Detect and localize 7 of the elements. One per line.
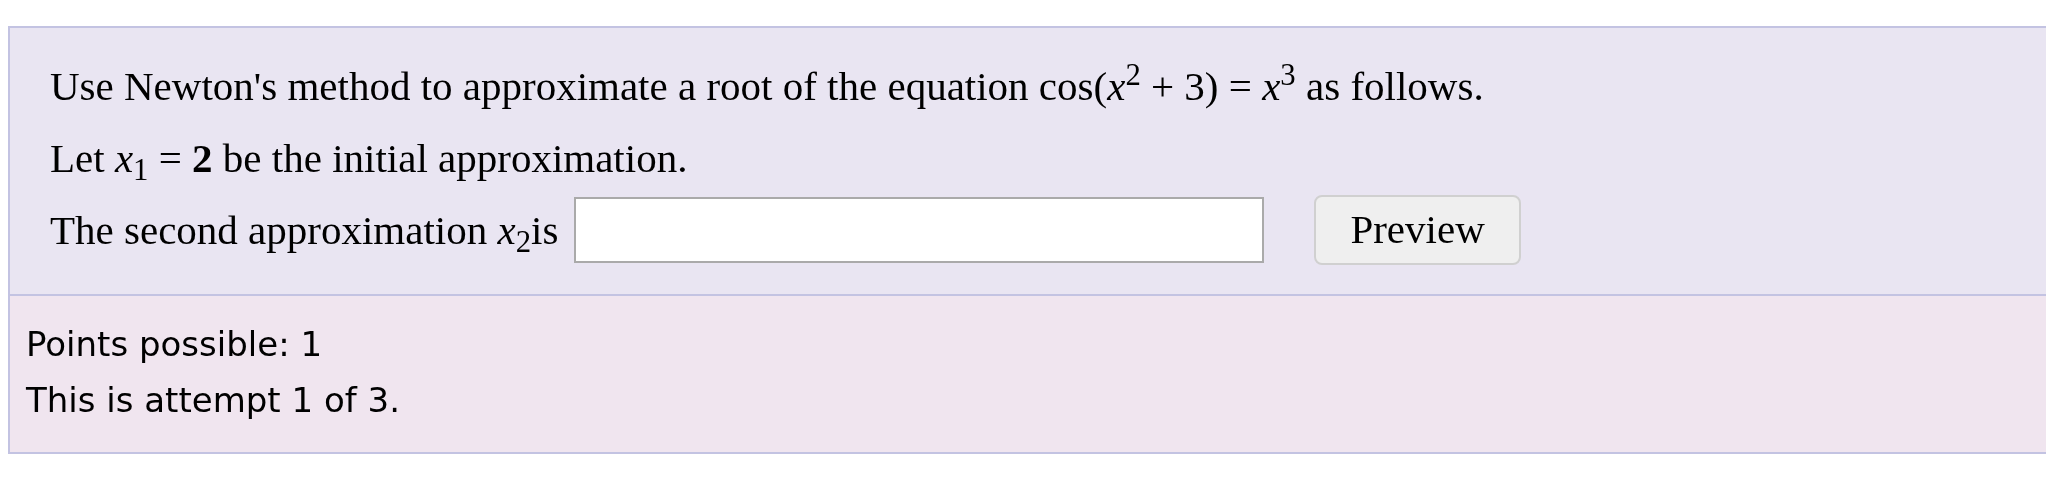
question-text: Use Newton's method to approximate a root of the equation cos(x$^{2}$ + 3) = x$^{3}$ as follows. xyxy=(50,56,1485,111)
info-text: Points possible: 1 xyxy=(26,323,324,366)
info-text: This is attempt 1 of 3. xyxy=(26,379,401,422)
answer-label: The second approximation x$_{2}$is xyxy=(50,206,559,261)
answer-field[interactable] xyxy=(574,197,1265,263)
preview-button[interactable]: Preview xyxy=(1314,195,1521,265)
question-text: Let x$_{1}$ = 2 be the initial approximation. xyxy=(50,134,689,189)
